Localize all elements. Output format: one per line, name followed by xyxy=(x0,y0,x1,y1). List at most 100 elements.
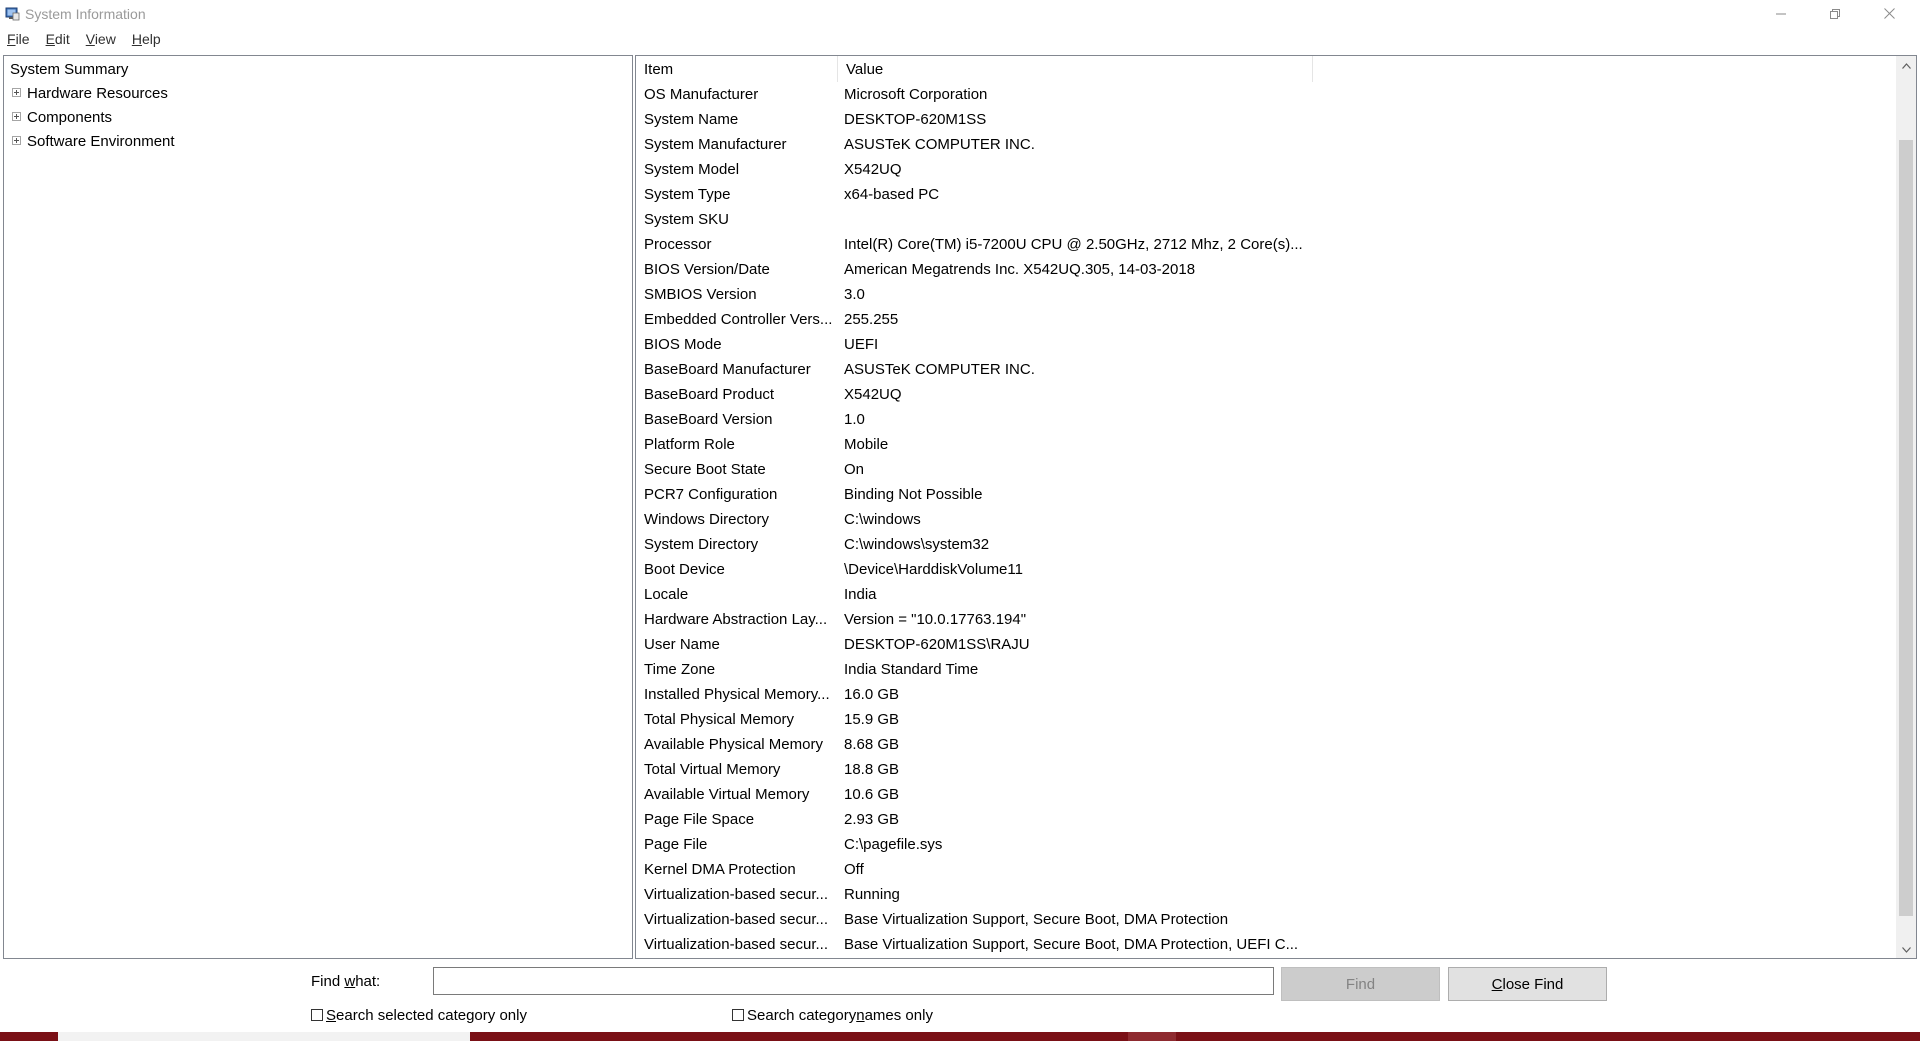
scroll-up-button[interactable] xyxy=(1896,56,1916,74)
tree-item-components[interactable]: Components xyxy=(12,108,112,128)
list-row[interactable]: Boot Device \Device\HarddiskVolume11 xyxy=(636,557,1896,582)
list-row[interactable]: BIOS Version/Date American Megatrends Inc… xyxy=(636,257,1896,282)
tree-item-hardware-resources[interactable]: Hardware Resources xyxy=(12,84,168,104)
list-row[interactable]: Embedded Controller Vers... 255.255 xyxy=(636,307,1896,332)
search-selected-category-checkbox[interactable]: Search selected category only xyxy=(311,1006,527,1024)
row-item-value: India xyxy=(844,586,877,603)
row-item-name: Virtualization-based secur... xyxy=(644,886,828,903)
minimize-icon xyxy=(1776,9,1786,19)
row-item-value: American Megatrends Inc. X542UQ.305, 14-… xyxy=(844,261,1196,278)
minimize-button[interactable] xyxy=(1754,0,1808,27)
row-item-name: Available Virtual Memory xyxy=(644,786,810,803)
list-row[interactable]: BaseBoard Version 1.0 xyxy=(636,407,1896,432)
list-row[interactable]: PCR7 Configuration Binding Not Possible xyxy=(636,482,1896,507)
list-row[interactable]: BaseBoard Product X542UQ xyxy=(636,382,1896,407)
title-bar: System Information xyxy=(0,0,1920,27)
row-item-value: Mobile xyxy=(844,436,889,453)
plus-expander-icon[interactable] xyxy=(12,112,21,122)
list-row[interactable]: BIOS Mode UEFI xyxy=(636,332,1896,357)
find-what-input[interactable] xyxy=(433,967,1274,995)
tree-item-software-environment[interactable]: Software Environment xyxy=(12,132,175,152)
list-row[interactable]: Locale India xyxy=(636,582,1896,607)
list-row[interactable]: Windows Directory C:\windows xyxy=(636,507,1896,532)
list-row[interactable]: Total Virtual Memory 18.8 GB xyxy=(636,757,1896,782)
search-category-names-checkbox[interactable]: Search category n ames only xyxy=(732,1006,933,1024)
taskbar-app[interactable] xyxy=(1128,1032,1176,1041)
row-item-value: Off xyxy=(844,861,864,878)
find-what-label: Find what: xyxy=(311,973,381,990)
list-row[interactable]: System Manufacturer ASUSTeK COMPUTER INC. xyxy=(636,132,1896,157)
list-row[interactable]: Platform Role Mobile xyxy=(636,432,1896,457)
row-item-name: Page File xyxy=(644,836,708,853)
list-row[interactable]: Total Physical Memory 15.9 GB xyxy=(636,707,1896,732)
row-item-value: Intel(R) Core(TM) i5-7200U CPU @ 2.50GHz… xyxy=(844,236,1303,253)
list-row[interactable]: Installed Physical Memory... 16.0 GB xyxy=(636,682,1896,707)
list-row[interactable]: System Name DESKTOP-620M1SS xyxy=(636,107,1896,132)
list-row[interactable]: Page File C:\pagefile.sys xyxy=(636,832,1896,857)
find-button[interactable]: Find xyxy=(1281,967,1440,1001)
tree-item-system-summary[interactable]: System Summary xyxy=(10,60,128,80)
taskbar-active-app[interactable] xyxy=(58,1032,470,1041)
row-item-value: 1.0 xyxy=(844,411,865,428)
row-item-name: System Model xyxy=(644,161,740,178)
list-row[interactable]: Virtualization-based secur... Running xyxy=(636,882,1896,907)
list-row[interactable]: System SKU xyxy=(636,207,1896,232)
row-item-name: Time Zone xyxy=(644,661,716,678)
list-row[interactable]: BaseBoard Manufacturer ASUSTeK COMPUTER I… xyxy=(636,357,1896,382)
menu-help[interactable]: Help xyxy=(124,28,169,50)
list-row[interactable]: Processor Intel(R) Core(TM) i5-7200U CPU … xyxy=(636,232,1896,257)
list-row[interactable]: Hardware Abstraction Lay... Version = "10… xyxy=(636,607,1896,632)
row-item-name: SMBIOS Version xyxy=(644,286,757,303)
list-row[interactable]: User Name DESKTOP-620M1SS\RAJU xyxy=(636,632,1896,657)
row-item-value: Binding Not Possible xyxy=(844,486,983,503)
plus-expander-icon[interactable] xyxy=(12,136,21,146)
column-header-item[interactable]: Item xyxy=(636,56,838,82)
list-row[interactable]: System Type x64-based PC xyxy=(636,182,1896,207)
list-header: Item Value xyxy=(636,56,1896,82)
close-button[interactable] xyxy=(1862,0,1916,27)
row-item-value: DESKTOP-620M1SS xyxy=(844,111,987,128)
window-title: System Information xyxy=(25,6,146,22)
menu-edit[interactable]: Edit xyxy=(38,28,78,50)
close-find-button[interactable]: Close Find xyxy=(1448,967,1607,1001)
row-item-name: Total Physical Memory xyxy=(644,711,795,728)
list-row[interactable]: Secure Boot State On xyxy=(636,457,1896,482)
menu-view[interactable]: View xyxy=(78,28,124,50)
checkbox-box[interactable] xyxy=(311,1009,323,1021)
list-row[interactable]: OS Manufacturer Microsoft Corporation xyxy=(636,82,1896,107)
restore-button[interactable] xyxy=(1808,0,1862,27)
menu-file[interactable]: File xyxy=(0,28,38,50)
row-item-name: User Name xyxy=(644,636,720,653)
list-row[interactable]: Virtualization-based secur... Base Virtua… xyxy=(636,932,1896,957)
list-row[interactable]: System Model X542UQ xyxy=(636,157,1896,182)
checkbox-box[interactable] xyxy=(732,1009,744,1021)
row-item-value: 16.0 GB xyxy=(844,686,900,703)
list-row[interactable]: Kernel DMA Protection Off xyxy=(636,857,1896,882)
row-item-name: Virtualization-based secur... xyxy=(644,911,828,928)
scroll-down-button[interactable] xyxy=(1896,940,1916,958)
vertical-scrollbar[interactable] xyxy=(1896,56,1916,958)
row-item-value: 10.6 GB xyxy=(844,786,900,803)
row-item-value: 18.8 GB xyxy=(844,761,900,778)
details-list[interactable]: Item Value OS Manufacturer Microsoft Corp… xyxy=(635,55,1917,959)
row-item-name: Page File Space xyxy=(644,811,755,828)
row-item-value: C:\windows\system32 xyxy=(844,536,990,553)
tree-item-label: Components xyxy=(27,109,113,126)
list-row[interactable]: Time Zone India Standard Time xyxy=(636,657,1896,682)
list-row[interactable]: Page File Space 2.93 GB xyxy=(636,807,1896,832)
row-item-value: On xyxy=(844,461,865,478)
list-row[interactable]: Virtualization-based secur... Base Virtua… xyxy=(636,907,1896,932)
row-item-name: Embedded Controller Vers... xyxy=(644,311,833,328)
column-header-value[interactable]: Value xyxy=(838,56,1313,82)
scroll-thumb[interactable] xyxy=(1899,140,1913,916)
row-item-value: C:\windows xyxy=(844,511,921,528)
plus-expander-icon[interactable] xyxy=(12,88,21,98)
category-tree[interactable]: System Summary Hardware Resources Compon… xyxy=(3,55,633,959)
row-item-name: BIOS Version/Date xyxy=(644,261,770,278)
row-item-value: India Standard Time xyxy=(844,661,979,678)
list-row[interactable]: SMBIOS Version 3.0 xyxy=(636,282,1896,307)
list-row[interactable]: System Directory C:\windows\system32 xyxy=(636,532,1896,557)
system-information-icon[interactable] xyxy=(5,6,20,21)
list-row[interactable]: Available Physical Memory 8.68 GB xyxy=(636,732,1896,757)
list-row[interactable]: Available Virtual Memory 10.6 GB xyxy=(636,782,1896,807)
